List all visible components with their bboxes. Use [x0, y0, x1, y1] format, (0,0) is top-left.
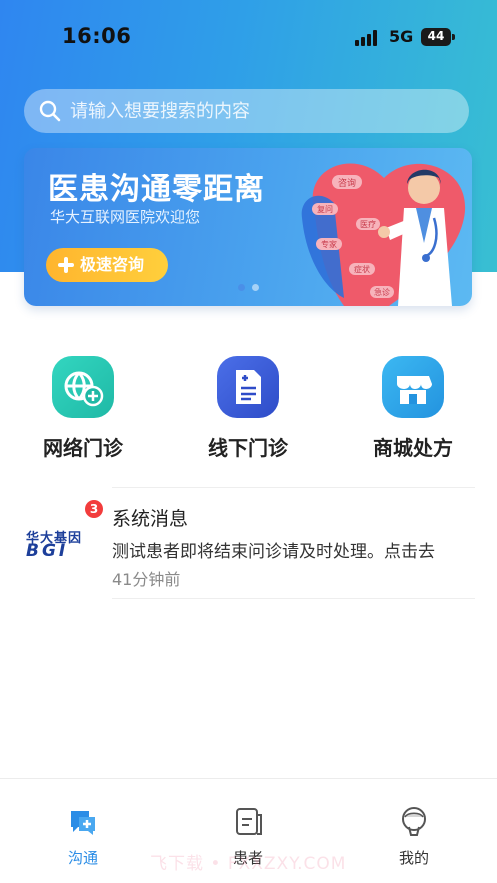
pagination-dot: [252, 284, 259, 291]
network-type: 5G: [389, 27, 414, 46]
heart-tag: 症状: [354, 264, 370, 274]
heart-tag: 专家: [321, 239, 337, 249]
status-bar: 16:06 5G 44: [0, 0, 497, 76]
battery-level: 44: [427, 29, 445, 43]
store-prescription-icon: [382, 356, 444, 418]
tab-mine[interactable]: 我的: [354, 779, 474, 883]
heart-tag: 咨询: [338, 177, 356, 189]
chat-plus-icon: [71, 811, 95, 835]
divider: [112, 487, 475, 488]
tab-communicate[interactable]: 沟通: [23, 779, 143, 883]
online-clinic-icon: [52, 356, 114, 418]
search-icon: [39, 100, 61, 122]
message-time: 41分钟前: [112, 570, 181, 589]
watermark: 飞下载 • FXXZXY.COM: [150, 854, 347, 874]
offline-clinic-icon: [217, 356, 279, 418]
message-title: 系统消息: [112, 508, 189, 530]
banner-title: 医患沟通零距离: [48, 172, 265, 207]
signal-icon: [355, 30, 381, 46]
bgi-logo-en: BGI: [26, 541, 69, 561]
entry-offline-clinic[interactable]: 线下门诊: [183, 356, 313, 466]
search-bar[interactable]: [24, 89, 469, 133]
doctor-illustration: 咨询 复问 专家 症状 医疗 急诊: [301, 163, 466, 306]
unread-badge: 3: [85, 500, 103, 518]
heart-tag: 医疗: [360, 219, 376, 229]
status-time: 16:06: [62, 24, 132, 48]
banner-subtitle: 华大互联网医院欢迎您: [50, 208, 201, 226]
search-input[interactable]: [70, 89, 460, 133]
battery-nub: [452, 34, 455, 40]
heart-tag: 复问: [317, 204, 333, 214]
plus-icon: [58, 257, 74, 273]
quick-consult-button[interactable]: 极速咨询: [46, 248, 168, 282]
entry-store-prescription[interactable]: 商城处方: [348, 356, 478, 466]
entry-label: 线下门诊: [208, 436, 288, 460]
entry-label: 网络门诊: [43, 436, 123, 460]
user-icon: [402, 807, 426, 836]
heart-tag: 急诊: [374, 287, 390, 297]
document-icon: [236, 808, 262, 835]
bgi-logo: 华大基因 BGI: [26, 527, 86, 561]
message-preview: 测试患者即将结束问诊请及时处理。点击去: [112, 542, 435, 562]
divider: [112, 598, 475, 599]
promo-banner[interactable]: 医患沟通零距离 华大互联网医院欢迎您 极速咨询 咨询 复问 专家 症状 医疗 急…: [24, 148, 472, 306]
quick-consult-label: 极速咨询: [80, 255, 145, 274]
entry-online-clinic[interactable]: 网络门诊: [18, 356, 148, 466]
banner-pagination: [238, 284, 268, 292]
battery-icon: 44: [421, 28, 451, 46]
pagination-dot-active: [238, 284, 245, 291]
tab-label: 我的: [398, 849, 429, 867]
message-list-item[interactable]: 华大基因 BGI 3 系统消息 测试患者即将结束问诊请及时处理。点击去 41分钟…: [0, 487, 497, 599]
tab-label: 沟通: [67, 849, 98, 867]
entry-label: 商城处方: [373, 436, 453, 460]
